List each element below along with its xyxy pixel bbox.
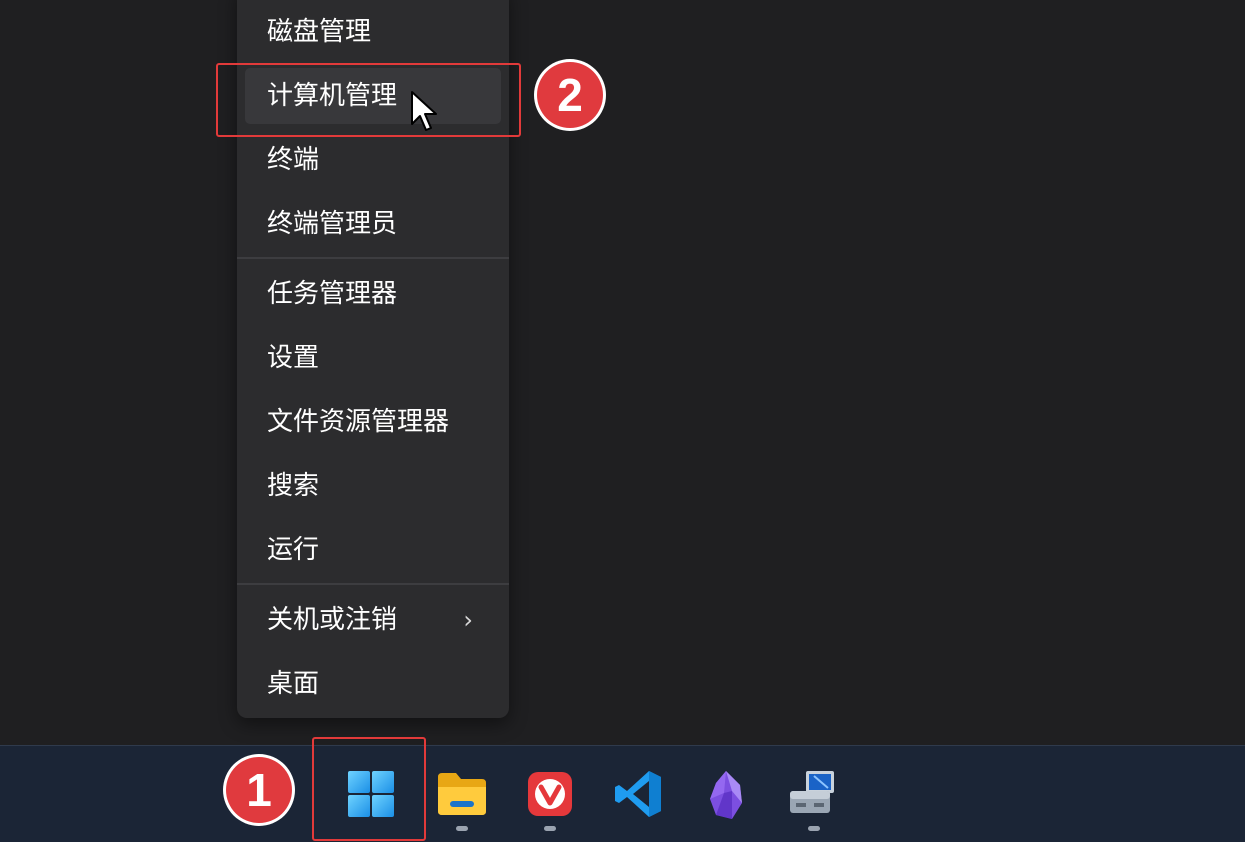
mouse-cursor-icon — [411, 91, 437, 131]
running-indicator — [808, 826, 820, 831]
menu-item-run[interactable]: 运行 — [245, 522, 501, 578]
menu-item-label: 设置 — [267, 343, 320, 373]
menu-separator — [237, 257, 509, 259]
annotation-highlight-box-2 — [216, 63, 521, 137]
menu-item-label: 终端 — [267, 145, 320, 175]
taskbar — [0, 745, 1245, 842]
vivaldi-browser-icon[interactable] — [527, 771, 573, 817]
menu-item-label: 终端管理员 — [267, 209, 398, 239]
running-indicator — [456, 826, 468, 831]
menu-item-shutdown-signout[interactable]: 关机或注销 › — [245, 592, 501, 648]
menu-item-terminal[interactable]: 终端 — [245, 132, 501, 188]
menu-item-search[interactable]: 搜索 — [245, 458, 501, 514]
annotation-badge-1: 1 — [226, 757, 292, 823]
running-indicator — [544, 826, 556, 831]
menu-item-label: 桌面 — [267, 669, 320, 699]
menu-item-label: 搜索 — [267, 471, 320, 501]
vscode-icon[interactable] — [613, 769, 663, 819]
menu-item-label: 关机或注销 — [267, 605, 398, 635]
menu-item-label: 磁盘管理 — [267, 17, 372, 47]
menu-item-file-explorer[interactable]: 文件资源管理器 — [245, 394, 501, 450]
desktop — [0, 0, 1245, 745]
menu-separator — [237, 583, 509, 585]
network-computer-icon[interactable] — [788, 769, 838, 819]
file-explorer-icon[interactable] — [436, 771, 488, 817]
obsidian-icon[interactable] — [706, 769, 746, 821]
menu-item-terminal-admin[interactable]: 终端管理员 — [245, 196, 501, 252]
chevron-right-icon: › — [463, 606, 473, 634]
menu-item-task-manager[interactable]: 任务管理器 — [245, 266, 501, 322]
menu-item-label: 任务管理器 — [267, 279, 398, 309]
annotation-badge-2: 2 — [537, 62, 603, 128]
menu-item-settings[interactable]: 设置 — [245, 330, 501, 386]
menu-item-disk-management[interactable]: 磁盘管理 — [245, 4, 501, 60]
menu-item-desktop[interactable]: 桌面 — [245, 656, 501, 712]
annotation-highlight-box-1 — [312, 737, 426, 841]
menu-item-label: 文件资源管理器 — [267, 407, 450, 437]
menu-item-label: 运行 — [267, 535, 320, 565]
